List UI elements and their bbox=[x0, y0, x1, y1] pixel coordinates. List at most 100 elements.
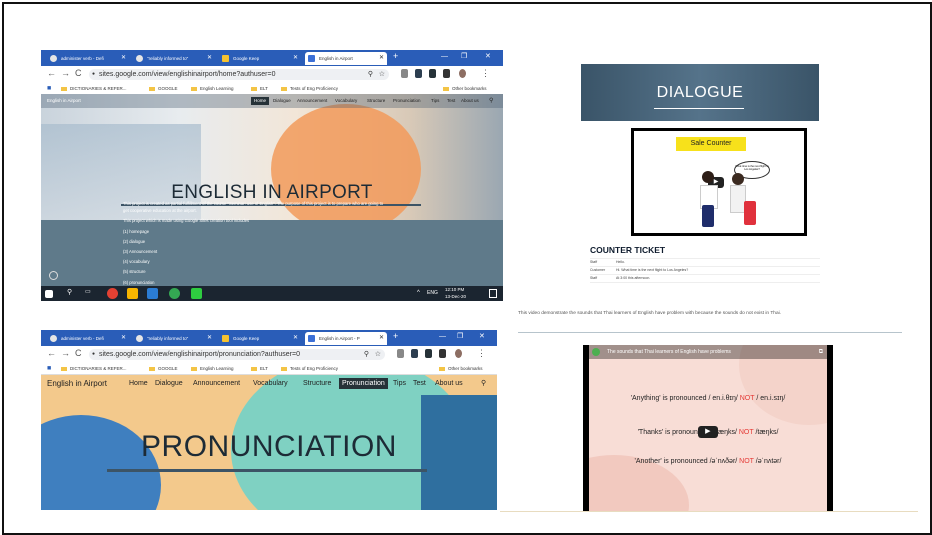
language-indicator[interactable]: ENG bbox=[427, 290, 438, 296]
chrome-icon[interactable] bbox=[169, 288, 180, 299]
pronunciation-video-player[interactable]: The sounds that Thai learners of English… bbox=[583, 345, 833, 511]
search-icon[interactable]: ⚲ bbox=[489, 94, 493, 108]
search-icon[interactable]: ⚲ bbox=[481, 375, 486, 393]
clock-date[interactable]: 13-Dec-20 bbox=[445, 294, 466, 299]
close-window-icon[interactable]: ✕ bbox=[479, 330, 485, 344]
nav-about[interactable]: About us bbox=[435, 375, 463, 393]
close-tab-icon[interactable]: ✕ bbox=[379, 332, 384, 345]
back-icon[interactable]: ← bbox=[47, 348, 56, 358]
nav-vocabulary[interactable]: Vocabulary bbox=[253, 375, 288, 393]
tab-search[interactable]: "reliably informed to" ✕ bbox=[133, 52, 215, 65]
forward-icon[interactable]: → bbox=[61, 348, 70, 358]
maximize-icon[interactable]: ❐ bbox=[461, 50, 467, 64]
zoom-icon[interactable]: ⚲ bbox=[364, 349, 369, 360]
tab-google-keep[interactable]: Google Keep ✕ bbox=[219, 332, 301, 345]
dialogue-video-player[interactable]: Sale Counter What time is the next fligh… bbox=[631, 128, 807, 236]
star-icon[interactable]: ☆ bbox=[379, 69, 385, 80]
maximize-icon[interactable]: ❐ bbox=[457, 330, 463, 344]
extension-icon[interactable] bbox=[411, 349, 418, 358]
play-button-icon[interactable]: ▶ bbox=[697, 426, 718, 438]
taskview-icon[interactable]: ▭ bbox=[85, 288, 96, 299]
start-icon[interactable] bbox=[45, 290, 53, 298]
chrome-icon[interactable] bbox=[107, 288, 118, 299]
bookmark-google[interactable]: GOOGLE bbox=[149, 363, 178, 374]
apps-icon[interactable]: ■ bbox=[47, 83, 51, 94]
close-tab-icon[interactable]: ✕ bbox=[293, 332, 298, 345]
extension-icon[interactable] bbox=[397, 349, 404, 358]
bookmark-dictionaries[interactable]: DICTIONARIES & REFER... bbox=[61, 363, 127, 374]
menu-icon[interactable]: ⋮ bbox=[477, 348, 486, 359]
star-icon[interactable]: ☆ bbox=[375, 349, 381, 360]
nav-dialogue[interactable]: Dialogue bbox=[155, 375, 183, 393]
tab-dictionary[interactable]: administer verb - Defi ✕ bbox=[47, 332, 129, 345]
app-icon[interactable] bbox=[191, 288, 202, 299]
bookmark-elt[interactable]: ELT bbox=[251, 363, 268, 374]
extension-icon[interactable] bbox=[425, 349, 432, 358]
reload-icon[interactable]: C bbox=[75, 68, 82, 78]
bookmark-english-learning[interactable]: English Learning bbox=[191, 363, 234, 374]
extension-icon[interactable] bbox=[429, 69, 436, 78]
profile-avatar-icon[interactable] bbox=[459, 69, 466, 78]
bookmark-other[interactable]: Other bookmarks bbox=[439, 363, 483, 374]
bookmark-dictionaries[interactable]: DICTIONARIES & REFER... bbox=[61, 83, 127, 94]
notification-icon[interactable] bbox=[489, 289, 497, 298]
url-field[interactable]: ● sites.google.com/view/englishinairport/… bbox=[89, 349, 385, 360]
reload-icon[interactable]: C bbox=[75, 348, 82, 358]
nav-pronunciation[interactable]: Pronunciation bbox=[339, 378, 388, 389]
info-icon[interactable] bbox=[49, 271, 58, 280]
new-tab-icon[interactable]: + bbox=[393, 51, 398, 61]
close-tab-icon[interactable]: ✕ bbox=[379, 52, 384, 65]
close-tab-icon[interactable]: ✕ bbox=[121, 332, 126, 345]
tab-google-keep[interactable]: Google Keep ✕ bbox=[219, 52, 301, 65]
minimize-icon[interactable]: — bbox=[441, 50, 448, 64]
profile-avatar-icon[interactable] bbox=[455, 349, 462, 358]
site-name[interactable]: English in Airport bbox=[47, 94, 81, 108]
close-window-icon[interactable]: ✕ bbox=[485, 50, 491, 64]
app-icon[interactable] bbox=[127, 288, 138, 299]
bookmark-english-learning[interactable]: English Learning bbox=[191, 83, 234, 94]
extension-icon[interactable] bbox=[415, 69, 422, 78]
new-tab-icon[interactable]: + bbox=[393, 331, 398, 341]
tab-english-in-airport[interactable]: English in Airport - P ✕ bbox=[305, 332, 387, 345]
nav-home[interactable]: Home bbox=[129, 375, 148, 393]
share-icon[interactable]: ⧉ bbox=[819, 345, 823, 359]
bookmark-tests[interactable]: Tests of Eng Proficiency bbox=[281, 363, 338, 374]
bookmark-other[interactable]: Other bookmarks bbox=[443, 83, 487, 94]
nav-tips[interactable]: Tips bbox=[431, 94, 439, 108]
nav-test[interactable]: Test bbox=[447, 94, 455, 108]
nav-pronunciation[interactable]: Pronunciation bbox=[393, 94, 421, 108]
bookmark-tests[interactable]: Tests of Eng Proficiency bbox=[281, 83, 338, 94]
extension-icon[interactable] bbox=[443, 69, 450, 78]
nav-about[interactable]: About us bbox=[461, 94, 479, 108]
nav-home[interactable]: Home bbox=[251, 97, 270, 105]
zoom-icon[interactable]: ⚲ bbox=[368, 69, 373, 80]
nav-vocabulary[interactable]: Vocabulary bbox=[335, 94, 357, 108]
bookmark-elt[interactable]: ELT bbox=[251, 83, 268, 94]
nav-structure[interactable]: Structure bbox=[303, 375, 331, 393]
extension-icon[interactable] bbox=[401, 69, 408, 78]
bookmark-google[interactable]: GOOGLE bbox=[149, 83, 178, 94]
nav-structure[interactable]: Structure bbox=[367, 94, 385, 108]
close-tab-icon[interactable]: ✕ bbox=[293, 52, 298, 65]
close-tab-icon[interactable]: ✕ bbox=[121, 52, 126, 65]
nav-announcement[interactable]: Announcement bbox=[193, 375, 240, 393]
tab-dictionary[interactable]: administer verb - Defi ✕ bbox=[47, 52, 129, 65]
nav-tips[interactable]: Tips bbox=[393, 375, 406, 393]
nav-test[interactable]: Test bbox=[413, 375, 426, 393]
minimize-icon[interactable]: — bbox=[439, 330, 446, 344]
tab-english-in-airport[interactable]: English in Airport ✕ bbox=[305, 52, 387, 65]
nav-announcement[interactable]: Announcement bbox=[297, 94, 327, 108]
close-tab-icon[interactable]: ✕ bbox=[207, 52, 212, 65]
site-name[interactable]: English in Airport bbox=[47, 375, 107, 393]
extension-icon[interactable] bbox=[439, 349, 446, 358]
forward-icon[interactable]: → bbox=[61, 68, 70, 78]
apps-icon[interactable]: ■ bbox=[47, 363, 51, 374]
menu-icon[interactable]: ⋮ bbox=[481, 68, 490, 79]
url-field[interactable]: ● sites.google.com/view/englishinairport/… bbox=[89, 69, 389, 80]
nav-dialogue[interactable]: Dialogue bbox=[273, 94, 291, 108]
tray-chevron-icon[interactable]: ^ bbox=[417, 290, 420, 296]
app-icon[interactable] bbox=[147, 288, 158, 299]
clock-time[interactable]: 12:10 PM bbox=[445, 287, 464, 292]
search-icon[interactable]: ⚲ bbox=[67, 288, 78, 299]
back-icon[interactable]: ← bbox=[47, 68, 56, 78]
